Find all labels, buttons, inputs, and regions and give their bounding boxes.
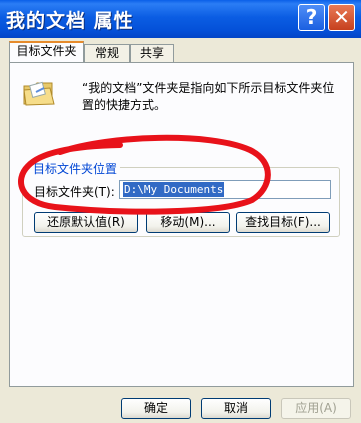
tab-target-folder[interactable]: 目标文件夹 [9, 41, 84, 62]
red-annotation-circle [18, 134, 271, 215]
tab-label: 目标文件夹 [16, 44, 77, 58]
